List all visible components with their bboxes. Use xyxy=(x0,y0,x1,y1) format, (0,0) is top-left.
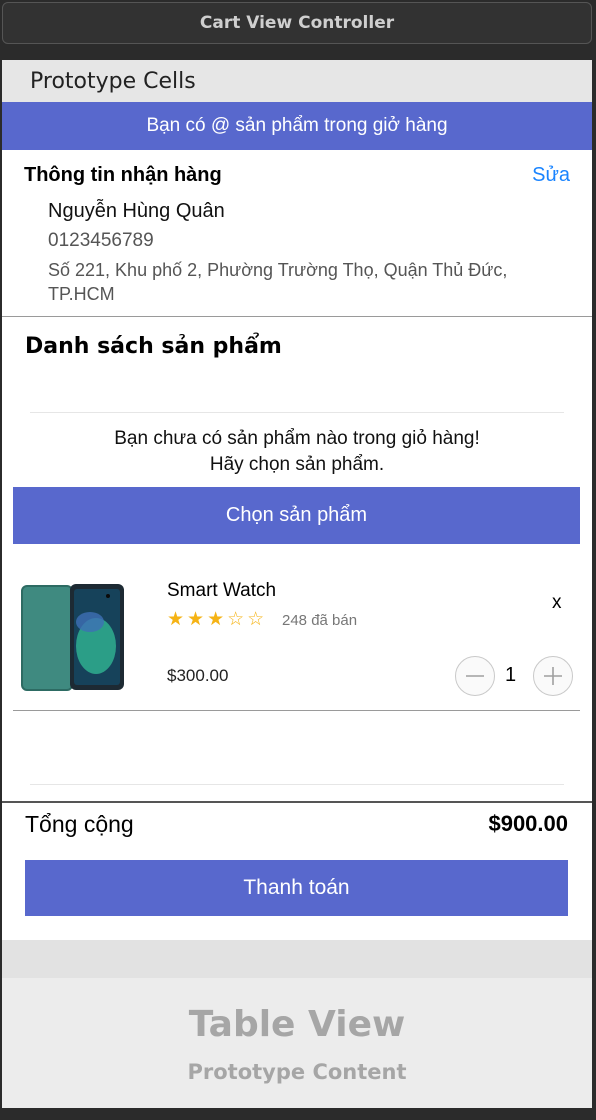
minus-circle-icon[interactable] xyxy=(455,656,495,696)
product-price: $300.00 xyxy=(167,666,229,685)
divider xyxy=(13,710,580,711)
cart-view-frame: Prototype Cells Bạn có @ sản phẩm trong … xyxy=(2,60,592,1108)
window-title: Cart View Controller xyxy=(2,2,592,44)
receiver-info-title: Thông tin nhận hàng xyxy=(24,164,222,186)
product-name: Smart Watch xyxy=(167,580,277,601)
empty-cart-line-1: Bạn chưa có sản phẩm nào trong giỏ hàng! xyxy=(114,428,480,449)
edit-receiver-button[interactable]: Sửa xyxy=(532,164,570,187)
divider xyxy=(30,784,564,785)
empty-cart-message: Bạn chưa có sản phẩm nào trong giỏ hàng!… xyxy=(2,426,592,478)
table-view-title: Table View xyxy=(188,1004,406,1045)
divider xyxy=(2,316,592,317)
receiver-name: Nguyễn Hùng Quân xyxy=(48,200,225,222)
total-value: $900.00 xyxy=(488,811,568,836)
divider xyxy=(30,412,564,413)
rating-stars: ★★★☆☆ xyxy=(167,609,268,630)
cart-count-banner: Bạn có @ sản phẩm trong giở hàng xyxy=(2,102,592,150)
plus-circle-icon[interactable] xyxy=(533,656,573,696)
empty-cart-line-2: Hãy chọn sản phẩm. xyxy=(209,454,385,475)
checkout-button[interactable]: Thanh toán xyxy=(25,860,568,916)
section-spacer xyxy=(2,940,592,978)
sold-count: 248 đã bán xyxy=(282,612,358,629)
receiver-phone: 0123456789 xyxy=(48,230,154,251)
quantity-value: 1 xyxy=(505,664,517,686)
receiver-address: Số 221, Khu phố 2, Phường Trường Thọ, Qu… xyxy=(48,260,508,304)
table-view-subtitle: Prototype Content xyxy=(187,1060,407,1084)
remove-product-button[interactable]: x xyxy=(552,592,562,614)
total-label: Tổng cộng xyxy=(25,811,134,837)
product-list-title: Danh sách sản phẩm xyxy=(25,334,282,359)
choose-product-button[interactable]: Chọn sản phẩm xyxy=(13,487,580,544)
cart-product-cell: Smart Watch ★★★☆☆ 248 đã bán $300.00 x 1 xyxy=(2,544,592,712)
product-image xyxy=(21,584,124,691)
table-view-placeholder: Table View Prototype Content xyxy=(2,978,592,1108)
prototype-cells-header: Prototype Cells xyxy=(2,60,592,102)
divider xyxy=(2,801,592,803)
